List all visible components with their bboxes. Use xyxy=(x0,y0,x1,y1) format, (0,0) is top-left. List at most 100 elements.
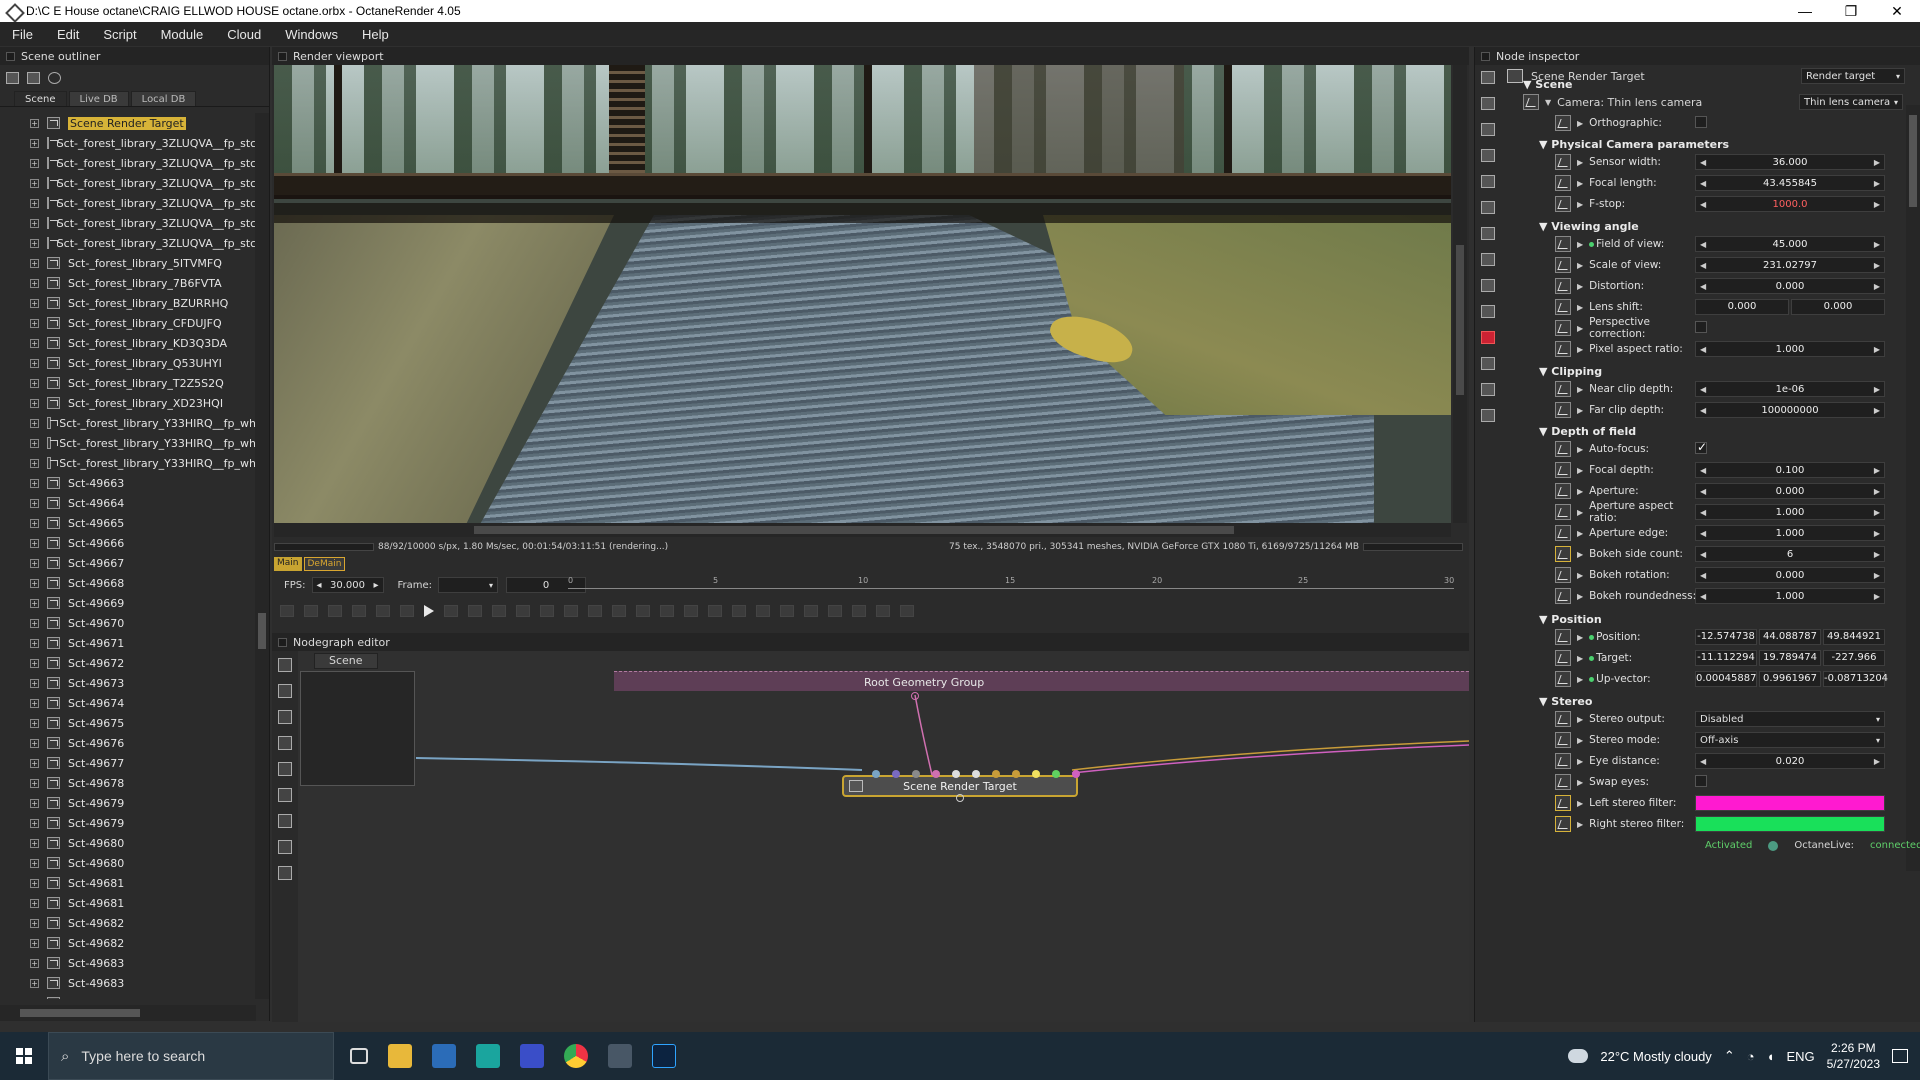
position-fields[interactable]: -12.574738 44.088787 49.844921 xyxy=(1695,629,1885,645)
section-scene[interactable]: ▼ Scene xyxy=(1523,78,1573,91)
outliner-item[interactable]: + Sct-49680 xyxy=(0,833,256,853)
fstop-slider[interactable]: ◀ 1000.0 ▶ xyxy=(1695,196,1885,212)
export-icon[interactable] xyxy=(804,605,818,617)
outliner-item[interactable]: + Sct-49683 xyxy=(0,973,256,993)
outliner-item[interactable]: + Sct-49679 xyxy=(0,813,256,833)
expand-icon[interactable]: + xyxy=(30,318,39,328)
section-position[interactable]: ▼ Position xyxy=(1539,613,1602,626)
outliner-item[interactable]: + Sct-_forest_library_3ZLUQVA__fp_stc xyxy=(0,233,256,253)
near-clip-slider[interactable]: ◀ 1e-06 ▶ xyxy=(1695,381,1885,397)
material-picker-icon[interactable] xyxy=(540,605,554,617)
language-indicator[interactable]: ENG xyxy=(1786,1049,1814,1064)
lock-icon[interactable] xyxy=(444,605,458,617)
menu-cloud[interactable]: Cloud xyxy=(215,27,273,42)
expand-icon[interactable]: + xyxy=(30,598,39,608)
postprocess-icon[interactable] xyxy=(1481,383,1495,396)
notification-icon[interactable] xyxy=(1892,1049,1908,1063)
expand-icon[interactable]: + xyxy=(30,498,39,508)
panel-toggle[interactable] xyxy=(6,51,15,61)
pin-1[interactable] xyxy=(872,770,880,778)
outliner-item[interactable]: + Sct-_forest_library_3ZLUQVA__fp_stc xyxy=(0,173,256,193)
auto-focus-checkbox[interactable] xyxy=(1695,440,1707,454)
expand-icon[interactable]: + xyxy=(30,298,39,308)
outliner-item[interactable]: + Sct-_forest_library_KD3Q3DA xyxy=(0,333,256,353)
decal-icon[interactable] xyxy=(708,605,722,617)
3dsmax-icon[interactable] xyxy=(476,1044,500,1068)
photoshop-icon[interactable] xyxy=(652,1044,676,1068)
paste-node-icon[interactable] xyxy=(1481,97,1495,110)
expand-icon[interactable]: + xyxy=(30,698,39,708)
close-button[interactable]: ✕ xyxy=(1874,0,1920,22)
aperture-slider[interactable]: ◀ 0.000 ▶ xyxy=(1695,483,1885,499)
section-stereo[interactable]: ▼ Stereo xyxy=(1539,695,1592,708)
focal-depth-slider[interactable]: ◀ 0.100 ▶ xyxy=(1695,462,1885,478)
expand-icon[interactable]: + xyxy=(30,418,39,428)
timeline[interactable]: 0 5 10 15 20 25 30 xyxy=(568,576,1454,594)
start-button[interactable] xyxy=(0,1032,48,1080)
file-explorer-icon[interactable] xyxy=(388,1044,412,1068)
outliner-item[interactable]: + Sct-49682 xyxy=(0,913,256,933)
viewport-hscrollbar[interactable] xyxy=(274,523,1451,537)
orthographic-checkbox[interactable] xyxy=(1695,116,1707,128)
tab-main[interactable]: Main xyxy=(274,557,302,571)
expand-icon[interactable]: + xyxy=(30,178,39,188)
outliner-item[interactable]: + Sct-49679 xyxy=(0,793,256,813)
expand-icon[interactable]: + xyxy=(30,458,39,468)
expand-icon[interactable]: + xyxy=(30,878,39,888)
tab-live-db[interactable]: Live DB xyxy=(68,91,129,106)
pin-4[interactable] xyxy=(932,770,940,778)
outliner-item[interactable]: + Sct-49678 xyxy=(0,773,256,793)
weather-text[interactable]: 22°C Mostly cloudy xyxy=(1600,1049,1711,1064)
position-x[interactable]: -12.574738 xyxy=(1695,629,1757,645)
outliner-item[interactable]: + Sct-49671 xyxy=(0,633,256,653)
stereo-mode-dropdown[interactable]: Off-axis ▾ xyxy=(1695,732,1885,748)
bokeh-side-count-slider[interactable]: ◀ 6 ▶ xyxy=(1695,546,1885,562)
pin-9[interactable] xyxy=(1032,770,1040,778)
octane-taskbar-icon[interactable] xyxy=(608,1044,632,1068)
expand-icon[interactable]: + xyxy=(30,378,39,388)
output-pin[interactable] xyxy=(956,794,964,802)
outliner-item[interactable]: + Sct-49677 xyxy=(0,753,256,773)
camera-type-dropdown[interactable]: Thin lens camera ▾ xyxy=(1799,94,1903,110)
outliner-item[interactable]: + Sct-_forest_library_3ZLUQVA__fp_stc xyxy=(0,153,256,173)
expand-icon[interactable]: + xyxy=(30,678,39,688)
outliner-item[interactable]: + Sct-49666 xyxy=(0,533,256,553)
outliner-item[interactable]: + Sct-_forest_library_3ZLUQVA__fp_stc xyxy=(0,193,256,213)
film-icon[interactable] xyxy=(1481,357,1495,370)
pin-10[interactable] xyxy=(1052,770,1060,778)
pause-icon[interactable] xyxy=(400,605,414,617)
expand-icon[interactable]: + xyxy=(30,898,39,908)
reset-icon[interactable] xyxy=(304,605,318,617)
clock[interactable]: 2:26 PM 5/27/2023 xyxy=(1827,1040,1880,1072)
node-type-dropdown[interactable]: Render target ▾ xyxy=(1801,68,1905,84)
stop-icon[interactable] xyxy=(352,605,366,617)
up-vector-fields[interactable]: 0.00045887 0.9961967 -0.08713204 xyxy=(1695,671,1888,687)
position-y[interactable]: 44.088787 xyxy=(1759,629,1821,645)
outliner-item[interactable]: + Sct-49683 xyxy=(0,953,256,973)
outliner-item[interactable]: + Sct-_forest_library_Y33HIRQ__fp_wh xyxy=(0,433,256,453)
outliner-item[interactable]: + Sct-49670 xyxy=(0,613,256,633)
task-view-icon[interactable] xyxy=(350,1048,368,1064)
menu-windows[interactable]: Windows xyxy=(273,27,350,42)
animation-icon[interactable] xyxy=(1481,305,1495,318)
expand-icon[interactable]: + xyxy=(30,138,39,148)
rewind-icon[interactable] xyxy=(376,605,390,617)
section-depth-of-field[interactable]: ▼ Depth of field xyxy=(1539,425,1636,438)
expand-icon[interactable]: + xyxy=(30,778,39,788)
outliner-item[interactable]: + Sct-49672 xyxy=(0,653,256,673)
expand-icon[interactable]: + xyxy=(30,838,39,848)
minimize-button[interactable]: — xyxy=(1782,0,1828,22)
expand-icon[interactable]: + xyxy=(30,198,39,208)
outliner-item[interactable]: + Sct-49673 xyxy=(0,673,256,693)
tab-local-db[interactable]: Local DB xyxy=(130,91,197,106)
inspector-vscrollbar[interactable] xyxy=(1906,105,1920,871)
outliner-item[interactable]: + Sct-49682 xyxy=(0,933,256,953)
panel-toggle[interactable] xyxy=(278,51,287,61)
region-icon[interactable] xyxy=(328,605,342,617)
render-layer-icon[interactable] xyxy=(1481,253,1495,266)
camera-icon[interactable] xyxy=(1481,149,1495,162)
outliner-item[interactable]: + Sct-_forest_library_3ZLUQVA__fp_stc xyxy=(0,133,256,153)
outliner-item[interactable]: + Sct-_forest_library_5ITVMFQ xyxy=(0,253,256,273)
expand-icon[interactable]: + xyxy=(30,918,39,928)
section-viewing-angle[interactable]: ▼ Viewing angle xyxy=(1539,220,1639,233)
